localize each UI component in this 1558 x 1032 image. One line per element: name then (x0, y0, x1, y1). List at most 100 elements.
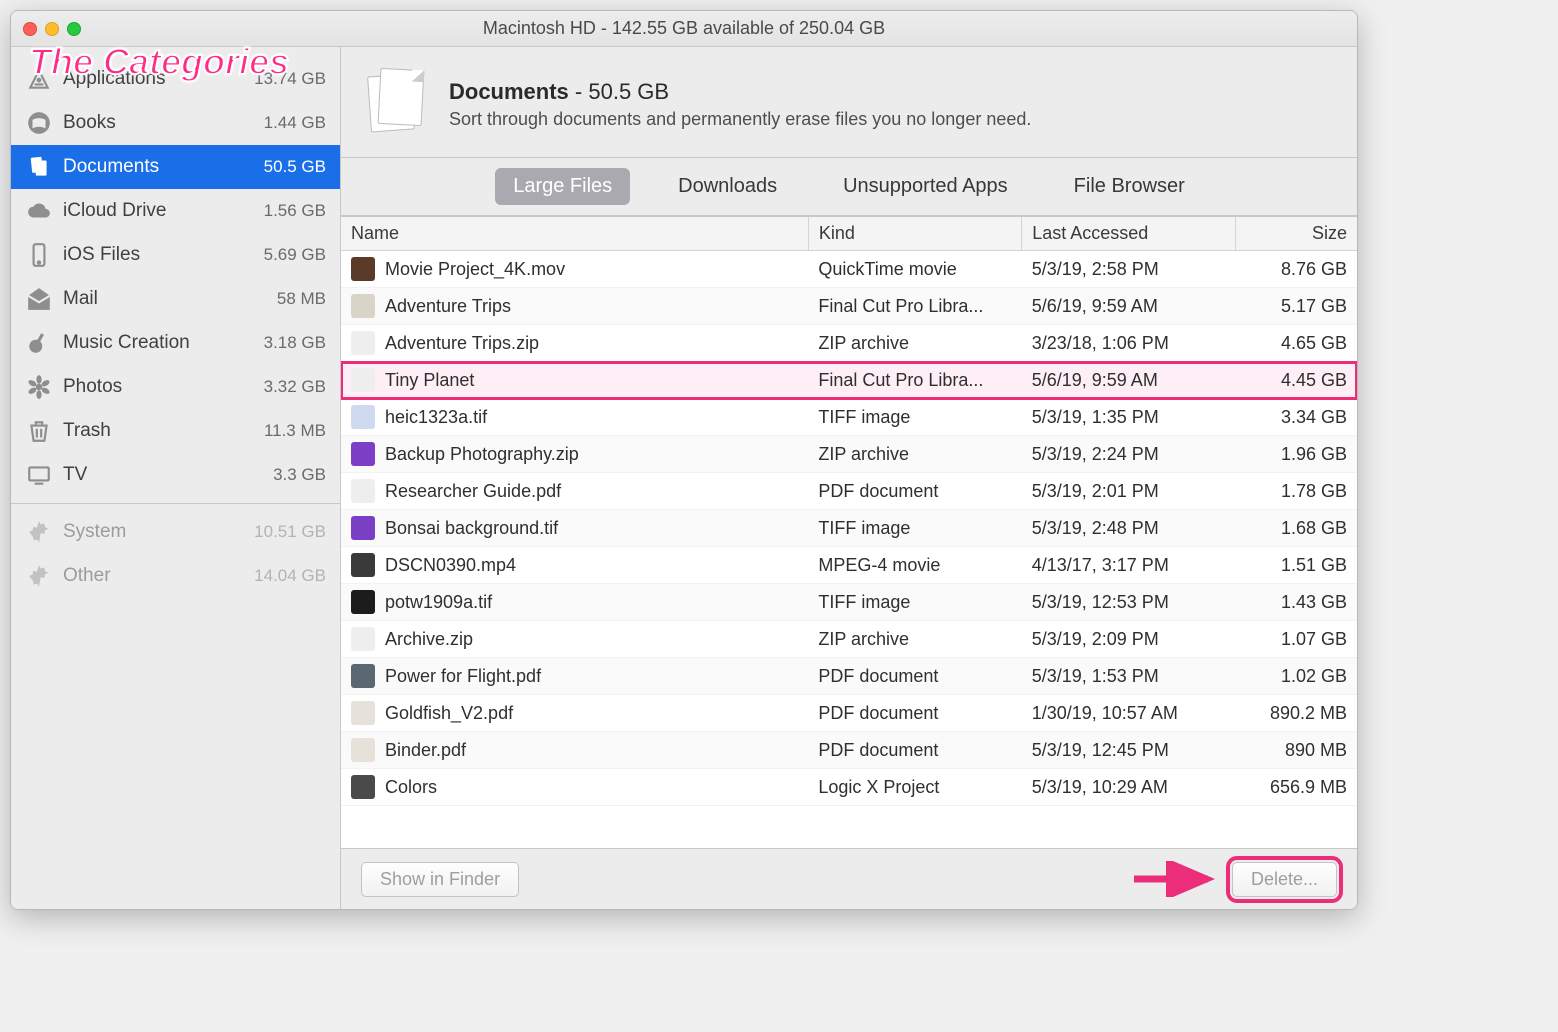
file-icon (351, 368, 375, 392)
table-row[interactable]: Backup Photography.zip ZIP archive 5/3/1… (341, 436, 1357, 473)
close-window-button[interactable] (23, 22, 37, 36)
sidebar-item-books[interactable]: Books 1.44 GB (11, 101, 340, 145)
file-icon (351, 775, 375, 799)
sidebar-item-size: 1.44 GB (264, 113, 326, 133)
table-row[interactable]: Goldfish_V2.pdf PDF document 1/30/19, 10… (341, 695, 1357, 732)
apps-icon (25, 65, 53, 93)
file-icon (351, 479, 375, 503)
file-icon (351, 590, 375, 614)
tab-file-browser[interactable]: File Browser (1056, 168, 1203, 205)
file-name: Backup Photography.zip (385, 444, 579, 465)
sidebar-item-size: 58 MB (277, 289, 326, 309)
sidebar-item-icloud-drive[interactable]: iCloud Drive 1.56 GB (11, 189, 340, 233)
table-row[interactable]: Archive.zip ZIP archive 5/3/19, 2:09 PM … (341, 621, 1357, 658)
sidebar-item-size: 10.51 GB (254, 522, 326, 542)
file-last-accessed: 4/13/17, 3:17 PM (1022, 547, 1235, 584)
file-size: 1.51 GB (1235, 547, 1357, 584)
flower-icon (25, 373, 53, 401)
table-row[interactable]: Colors Logic X Project 5/3/19, 10:29 AM … (341, 769, 1357, 806)
table-row[interactable]: DSCN0390.mp4 MPEG-4 movie 4/13/17, 3:17 … (341, 547, 1357, 584)
file-name: Adventure Trips.zip (385, 333, 539, 354)
file-size: 1.96 GB (1235, 436, 1357, 473)
file-icon (351, 664, 375, 688)
file-icon (351, 516, 375, 540)
file-icon (351, 738, 375, 762)
tab-unsupported-apps[interactable]: Unsupported Apps (825, 168, 1026, 205)
column-header-last-accessed[interactable]: Last Accessed (1022, 217, 1235, 251)
file-name: heic1323a.tif (385, 407, 487, 428)
table-row[interactable]: heic1323a.tif TIFF image 5/3/19, 1:35 PM… (341, 399, 1357, 436)
file-table-area[interactable]: Name Kind Last Accessed Size Movie Proje… (341, 216, 1357, 848)
sidebar-item-photos[interactable]: Photos 3.32 GB (11, 365, 340, 409)
file-last-accessed: 5/3/19, 12:45 PM (1022, 732, 1235, 769)
table-row[interactable]: Researcher Guide.pdf PDF document 5/3/19… (341, 473, 1357, 510)
sidebar-item-size: 1.56 GB (264, 201, 326, 221)
sidebar-item-applications[interactable]: Applications 13.74 GB (11, 57, 340, 101)
file-size: 4.45 GB (1235, 362, 1357, 399)
file-kind: TIFF image (808, 399, 1021, 436)
table-row[interactable]: Bonsai background.tif TIFF image 5/3/19,… (341, 510, 1357, 547)
sidebar-item-size: 5.69 GB (264, 245, 326, 265)
categories-sidebar: Applications 13.74 GB Books 1.44 GB Docu… (11, 47, 341, 909)
show-in-finder-button[interactable]: Show in Finder (361, 862, 519, 897)
column-header-kind[interactable]: Kind (808, 217, 1021, 251)
file-last-accessed: 5/6/19, 9:59 AM (1022, 362, 1235, 399)
file-kind: MPEG-4 movie (808, 547, 1021, 584)
docs-icon (25, 153, 53, 181)
file-icon (351, 405, 375, 429)
column-header-name[interactable]: Name (341, 217, 808, 251)
file-kind: Final Cut Pro Libra... (808, 288, 1021, 325)
gear-icon (25, 562, 53, 590)
file-last-accessed: 5/3/19, 2:01 PM (1022, 473, 1235, 510)
table-row[interactable]: potw1909a.tif TIFF image 5/3/19, 12:53 P… (341, 584, 1357, 621)
file-name: Power for Flight.pdf (385, 666, 541, 687)
sidebar-item-size: 3.3 GB (273, 465, 326, 485)
zoom-window-button[interactable] (67, 22, 81, 36)
sidebar-item-tv[interactable]: TV 3.3 GB (11, 453, 340, 497)
file-kind: TIFF image (808, 510, 1021, 547)
sidebar-item-size: 13.74 GB (254, 69, 326, 89)
sidebar-item-label: Other (63, 565, 111, 587)
delete-button[interactable]: Delete... (1232, 862, 1337, 897)
sidebar-item-trash[interactable]: Trash 11.3 MB (11, 409, 340, 453)
sidebar-item-other: Other 14.04 GB (11, 554, 340, 598)
phone-icon (25, 241, 53, 269)
table-row[interactable]: Binder.pdf PDF document 5/3/19, 12:45 PM… (341, 732, 1357, 769)
file-last-accessed: 5/6/19, 9:59 AM (1022, 288, 1235, 325)
file-last-accessed: 5/3/19, 12:53 PM (1022, 584, 1235, 621)
column-header-size[interactable]: Size (1235, 217, 1357, 251)
sidebar-item-label: Trash (63, 420, 111, 442)
table-row[interactable]: Movie Project_4K.mov QuickTime movie 5/3… (341, 251, 1357, 288)
file-last-accessed: 5/3/19, 2:09 PM (1022, 621, 1235, 658)
table-row[interactable]: Power for Flight.pdf PDF document 5/3/19… (341, 658, 1357, 695)
sidebar-item-label: Mail (63, 288, 98, 310)
category-header: Documents - 50.5 GB Sort through documen… (341, 47, 1357, 158)
table-row[interactable]: Adventure Trips.zip ZIP archive 3/23/18,… (341, 325, 1357, 362)
table-row[interactable]: Adventure Trips Final Cut Pro Libra... 5… (341, 288, 1357, 325)
file-size: 890 MB (1235, 732, 1357, 769)
file-kind: ZIP archive (808, 621, 1021, 658)
sidebar-item-label: Music Creation (63, 332, 190, 354)
file-icon (351, 294, 375, 318)
file-table: Name Kind Last Accessed Size Movie Proje… (341, 217, 1357, 806)
tab-downloads[interactable]: Downloads (660, 168, 795, 205)
file-kind: ZIP archive (808, 436, 1021, 473)
sidebar-item-ios-files[interactable]: iOS Files 5.69 GB (11, 233, 340, 277)
storage-management-window: The Categories Macintosh HD - 142.55 GB … (10, 10, 1358, 910)
sidebar-item-label: System (63, 521, 126, 543)
minimize-window-button[interactable] (45, 22, 59, 36)
header-title-line: Documents - 50.5 GB (449, 79, 1031, 105)
sidebar-item-mail[interactable]: Mail 58 MB (11, 277, 340, 321)
sidebar-item-music-creation[interactable]: Music Creation 3.18 GB (11, 321, 340, 365)
file-name: Binder.pdf (385, 740, 466, 761)
sidebar-item-size: 3.18 GB (264, 333, 326, 353)
tab-large-files[interactable]: Large Files (495, 168, 630, 205)
file-name: Bonsai background.tif (385, 518, 558, 539)
table-row[interactable]: Tiny Planet Final Cut Pro Libra... 5/6/1… (341, 362, 1357, 399)
file-icon (351, 627, 375, 651)
file-kind: PDF document (808, 695, 1021, 732)
file-kind: TIFF image (808, 584, 1021, 621)
file-size: 4.65 GB (1235, 325, 1357, 362)
sidebar-item-size: 50.5 GB (264, 157, 326, 177)
sidebar-item-documents[interactable]: Documents 50.5 GB (11, 145, 340, 189)
